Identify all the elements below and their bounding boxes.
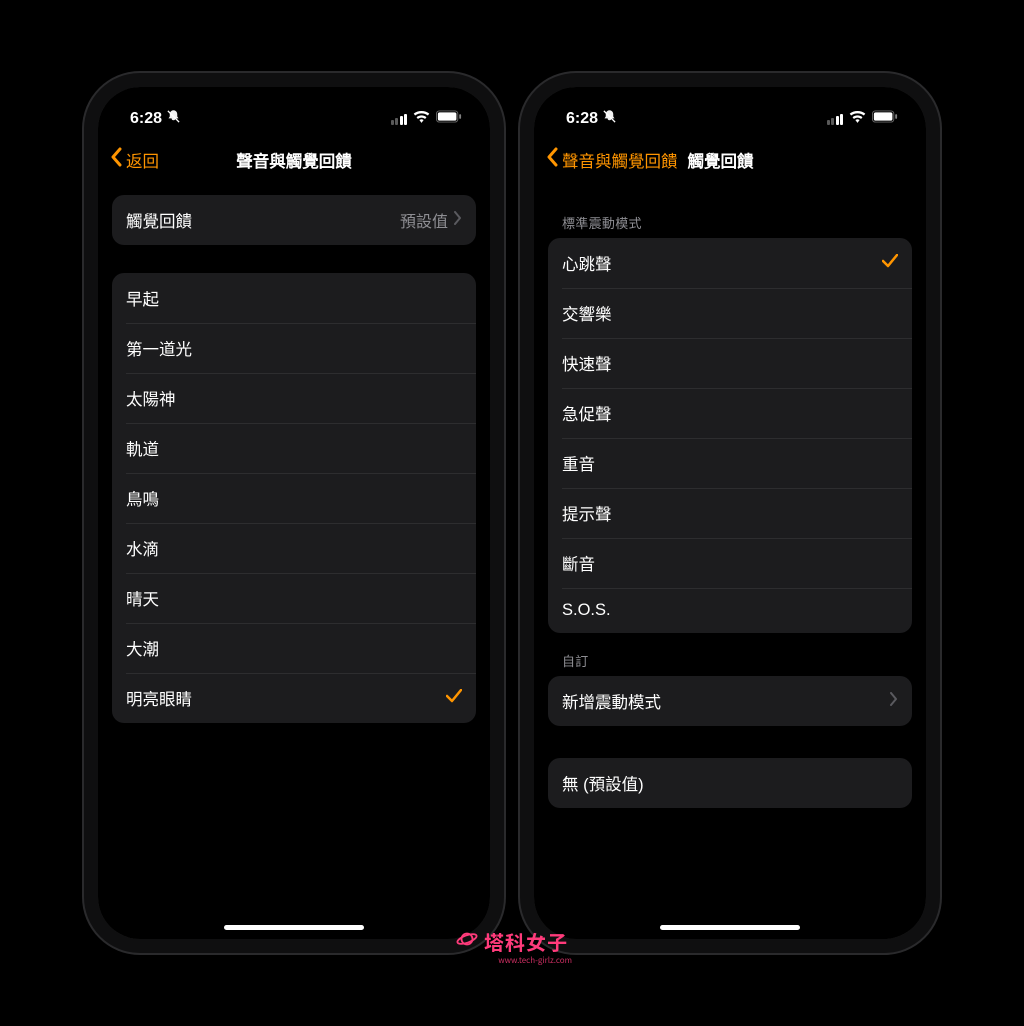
pattern-label: 交響樂 xyxy=(562,301,612,325)
pattern-label: 重音 xyxy=(562,451,595,475)
chevron-right-icon xyxy=(890,691,898,711)
home-indicator[interactable] xyxy=(660,925,800,930)
phone-left: 6:28 返回 聲音與觸覺回饋 xyxy=(84,73,504,953)
status-time: 6:28 xyxy=(566,109,617,129)
screen-left: 6:28 返回 聲音與觸覺回饋 xyxy=(98,87,490,939)
sound-row[interactable]: 大潮 xyxy=(112,623,476,673)
notch xyxy=(645,87,815,117)
sound-label: 第一道光 xyxy=(126,336,192,360)
bell-slash-icon xyxy=(602,109,617,129)
nav-bar: 返回 聲音與觸覺回饋 xyxy=(98,137,490,185)
sound-row[interactable]: 軌道 xyxy=(112,423,476,473)
pattern-label: 提示聲 xyxy=(562,501,612,525)
sound-label: 大潮 xyxy=(126,636,159,660)
content-right: 標準震動模式 心跳聲交響樂快速聲急促聲重音提示聲斷音 S.O.S. 自訂 新增震動… xyxy=(534,185,926,808)
add-vibration-row[interactable]: 新增震動模式 xyxy=(548,676,912,726)
pattern-label: 快速聲 xyxy=(562,351,612,375)
custom-group: 新增震動模式 xyxy=(548,676,912,726)
back-button[interactable]: 聲音與觸覺回饋 xyxy=(562,148,678,172)
sound-label: 水滴 xyxy=(126,536,159,560)
time-text: 6:28 xyxy=(130,110,162,128)
phone-right: 6:28 聲音與觸覺回饋 觸覺回饋 xyxy=(520,73,940,953)
haptic-value: 預設值 xyxy=(400,208,448,232)
bell-slash-icon xyxy=(166,109,181,129)
sound-row[interactable]: 水滴 xyxy=(112,523,476,573)
page-title: 聲音與觸覺回饋 xyxy=(236,148,352,172)
cellular-icon xyxy=(827,114,844,125)
pattern-row[interactable]: 交響樂 xyxy=(548,288,912,338)
sound-label: 明亮眼睛 xyxy=(126,686,192,710)
wifi-icon xyxy=(413,110,430,128)
pattern-row[interactable]: 快速聲 xyxy=(548,338,912,388)
watermark-sub: www.tech-girlz.com xyxy=(498,955,572,966)
home-indicator[interactable] xyxy=(224,925,364,930)
pattern-row[interactable]: 重音 xyxy=(548,438,912,488)
wifi-icon xyxy=(849,110,866,128)
screen-right: 6:28 聲音與觸覺回饋 觸覺回饋 xyxy=(534,87,926,939)
sound-label: 晴天 xyxy=(126,586,159,610)
status-icons xyxy=(827,110,899,128)
pattern-label: 斷音 xyxy=(562,551,595,575)
planet-icon xyxy=(456,927,478,956)
sound-label: 鳥鳴 xyxy=(126,486,159,510)
none-row[interactable]: 無 (預設值) xyxy=(548,758,912,808)
haptic-detail: 預設值 xyxy=(400,208,462,232)
pattern-row[interactable]: 急促聲 xyxy=(548,388,912,438)
status-icons xyxy=(391,110,463,128)
back-chevron-icon[interactable] xyxy=(110,147,124,173)
pattern-row[interactable]: 斷音 xyxy=(548,538,912,588)
haptic-feedback-row[interactable]: 觸覺回饋 預設值 xyxy=(112,195,476,245)
sounds-list: 早起第一道光太陽神軌道鳥鳴水滴晴天大潮明亮眼睛 xyxy=(112,273,476,723)
watermark-text: 塔科女子 xyxy=(484,927,568,956)
notch xyxy=(209,87,379,117)
pattern-label: 心跳聲 xyxy=(562,251,612,275)
haptic-label: 觸覺回饋 xyxy=(126,208,192,232)
back-chevron-icon[interactable] xyxy=(546,147,560,173)
pattern-row[interactable]: 提示聲 xyxy=(548,488,912,538)
cellular-icon xyxy=(391,114,408,125)
sound-row[interactable]: 早起 xyxy=(112,273,476,323)
pattern-row[interactable]: 心跳聲 xyxy=(548,238,912,288)
sound-row[interactable]: 明亮眼睛 xyxy=(112,673,476,723)
check-icon xyxy=(446,687,462,709)
patterns-list: 心跳聲交響樂快速聲急促聲重音提示聲斷音 S.O.S. xyxy=(548,238,912,633)
time-text: 6:28 xyxy=(566,110,598,128)
section-header-standard: 標準震動模式 xyxy=(548,195,912,238)
add-vibration-label: 新增震動模式 xyxy=(562,689,661,713)
chevron-right-icon xyxy=(454,210,462,230)
sound-row[interactable]: 第一道光 xyxy=(112,323,476,373)
nav-bar: 聲音與觸覺回饋 觸覺回饋 xyxy=(534,137,926,185)
page-title: 觸覺回饋 xyxy=(688,148,754,172)
watermark: 塔科女子 www.tech-girlz.com xyxy=(456,927,568,956)
haptic-group: 觸覺回饋 預設值 xyxy=(112,195,476,245)
none-group: 無 (預設值) xyxy=(548,758,912,808)
sound-label: 太陽神 xyxy=(126,386,176,410)
sound-row[interactable]: 太陽神 xyxy=(112,373,476,423)
sound-row[interactable]: 晴天 xyxy=(112,573,476,623)
check-icon xyxy=(882,252,898,274)
battery-icon xyxy=(872,110,898,128)
sound-row[interactable]: 鳥鳴 xyxy=(112,473,476,523)
sound-label: 早起 xyxy=(126,286,159,310)
pattern-label: 急促聲 xyxy=(562,401,612,425)
sound-label: 軌道 xyxy=(126,436,159,460)
status-time: 6:28 xyxy=(130,109,181,129)
pattern-label: S.O.S. xyxy=(562,601,611,620)
section-header-custom: 自訂 xyxy=(548,633,912,676)
back-button[interactable]: 返回 xyxy=(126,148,159,172)
pattern-row[interactable]: S.O.S. xyxy=(548,588,912,633)
battery-icon xyxy=(436,110,462,128)
content-left: 觸覺回饋 預設值 早起第一道光太陽神軌道鳥鳴水滴晴天大潮明亮眼睛 xyxy=(98,185,490,723)
none-label: 無 (預設值) xyxy=(562,771,644,795)
